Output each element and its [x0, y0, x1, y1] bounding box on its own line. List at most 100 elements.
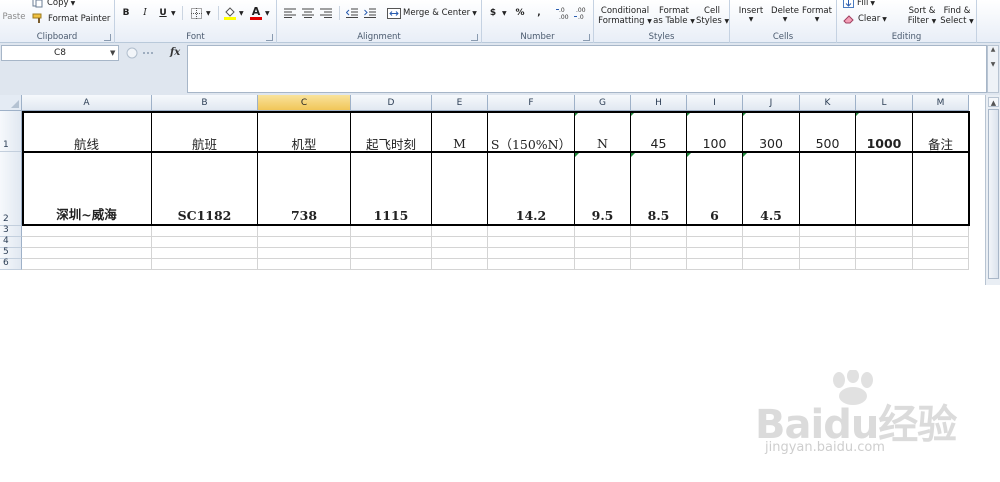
- cell-m1[interactable]: 备注: [913, 111, 969, 152]
- column-header-m[interactable]: M: [913, 95, 969, 111]
- cell-i3[interactable]: [687, 226, 743, 237]
- cell-e6[interactable]: [432, 259, 488, 270]
- cell-d1[interactable]: 起飞时刻: [351, 111, 432, 152]
- alignment-dialog-launcher[interactable]: [471, 34, 478, 41]
- row-header-6[interactable]: 6: [0, 258, 22, 270]
- cell-g6[interactable]: [575, 259, 631, 270]
- cell-f4[interactable]: [488, 237, 575, 248]
- cell-c4[interactable]: [258, 237, 351, 248]
- underline-button[interactable]: U: [157, 7, 169, 19]
- cell-a3[interactable]: [22, 226, 152, 237]
- borders-button[interactable]: [189, 7, 203, 19]
- column-header-b[interactable]: B: [152, 95, 258, 111]
- cell-e1[interactable]: M: [432, 111, 488, 152]
- cell-d5[interactable]: [351, 248, 432, 259]
- cell-g2[interactable]: 9.5: [575, 152, 631, 226]
- cell-m4[interactable]: [913, 237, 969, 248]
- cell-c1[interactable]: 机型: [258, 111, 351, 152]
- cell-c3[interactable]: [258, 226, 351, 237]
- decrease-decimal-button[interactable]: .00.0: [574, 5, 590, 21]
- currency-button[interactable]: $: [488, 7, 498, 19]
- increase-decimal-button[interactable]: .0.00: [556, 5, 572, 21]
- cell-styles-button[interactable]: Cell Styles ▼: [696, 6, 729, 28]
- find-select-button[interactable]: Find & Select ▼: [939, 6, 975, 28]
- cell-i5[interactable]: [687, 248, 743, 259]
- sort-filter-button[interactable]: Sort & Filter ▼: [905, 6, 939, 28]
- insert-button[interactable]: Insert ▼: [734, 6, 768, 28]
- scroll-up-icon[interactable]: ▲: [988, 97, 999, 107]
- cell-g4[interactable]: [575, 237, 631, 248]
- cell-f5[interactable]: [488, 248, 575, 259]
- cell-b6[interactable]: [152, 259, 258, 270]
- cell-b2[interactable]: SC1182: [152, 152, 258, 226]
- cell-b3[interactable]: [152, 226, 258, 237]
- cell-k1[interactable]: 500: [800, 111, 856, 152]
- row-header-2[interactable]: 2: [0, 152, 22, 226]
- cell-l1[interactable]: 1000: [856, 111, 913, 152]
- worksheet-grid[interactable]: A B C D E F G H I J K L M 1 2 3 4 5 6 航线 航班 机型 起飞时刻 M S（150%N） N 4…: [0, 95, 985, 285]
- cell-k4[interactable]: [800, 237, 856, 248]
- cell-h6[interactable]: [631, 259, 687, 270]
- cell-m6[interactable]: [913, 259, 969, 270]
- column-header-f[interactable]: F: [488, 95, 575, 111]
- italic-button[interactable]: I: [139, 7, 151, 19]
- cell-k5[interactable]: [800, 248, 856, 259]
- cell-i4[interactable]: [687, 237, 743, 248]
- currency-dropdown-icon[interactable]: ▼: [502, 10, 507, 17]
- copy-button[interactable]: Copy ▼: [32, 0, 75, 9]
- decrease-indent-button[interactable]: [345, 7, 359, 19]
- cell-b5[interactable]: [152, 248, 258, 259]
- format-painter-button[interactable]: Format Painter: [32, 12, 110, 25]
- formula-input[interactable]: [187, 45, 987, 93]
- column-header-d[interactable]: D: [351, 95, 432, 111]
- scrollbar-thumb[interactable]: [988, 109, 999, 279]
- font-color-dropdown-icon[interactable]: ▼: [265, 10, 270, 17]
- font-dialog-launcher[interactable]: [266, 34, 273, 41]
- cell-a6[interactable]: [22, 259, 152, 270]
- cell-k3[interactable]: [800, 226, 856, 237]
- cell-f6[interactable]: [488, 259, 575, 270]
- align-left-button[interactable]: [283, 7, 297, 19]
- column-header-j[interactable]: J: [743, 95, 800, 111]
- cell-l4[interactable]: [856, 237, 913, 248]
- column-header-i[interactable]: I: [687, 95, 743, 111]
- column-header-c[interactable]: C: [258, 95, 351, 111]
- align-center-button[interactable]: [301, 7, 315, 19]
- cell-e5[interactable]: [432, 248, 488, 259]
- row-header-1[interactable]: 1: [0, 111, 22, 152]
- cell-l3[interactable]: [856, 226, 913, 237]
- cell-d2[interactable]: 1115: [351, 152, 432, 226]
- cell-m5[interactable]: [913, 248, 969, 259]
- delete-button[interactable]: Delete ▼: [768, 6, 802, 28]
- clear-button[interactable]: Clear ▼: [843, 13, 887, 25]
- cell-g3[interactable]: [575, 226, 631, 237]
- fill-button[interactable]: Fill ▼: [843, 0, 875, 9]
- merge-center-button[interactable]: Merge & Center ▼: [387, 6, 477, 20]
- conditional-formatting-button[interactable]: Conditional Formatting ▼: [598, 6, 652, 28]
- name-box-dropdown-icon[interactable]: ▼: [110, 49, 115, 57]
- align-right-button[interactable]: [319, 7, 333, 19]
- bold-button[interactable]: B: [120, 7, 132, 19]
- cell-g5[interactable]: [575, 248, 631, 259]
- format-button[interactable]: Format ▼: [800, 6, 834, 28]
- column-header-l[interactable]: L: [856, 95, 913, 111]
- cell-a5[interactable]: [22, 248, 152, 259]
- cell-b1[interactable]: 航班: [152, 111, 258, 152]
- cell-k6[interactable]: [800, 259, 856, 270]
- column-header-a[interactable]: A: [22, 95, 152, 111]
- increase-indent-button[interactable]: [363, 7, 377, 19]
- cell-h1[interactable]: 45: [631, 111, 687, 152]
- cell-m2[interactable]: [913, 152, 969, 226]
- cell-l6[interactable]: [856, 259, 913, 270]
- format-as-table-button[interactable]: Format as Table ▼: [652, 6, 696, 28]
- cell-d3[interactable]: [351, 226, 432, 237]
- cell-e2[interactable]: [432, 152, 488, 226]
- column-header-g[interactable]: G: [575, 95, 631, 111]
- cell-l2[interactable]: [856, 152, 913, 226]
- cell-j4[interactable]: [743, 237, 800, 248]
- cell-a1[interactable]: 航线: [22, 111, 152, 152]
- column-header-k[interactable]: K: [800, 95, 856, 111]
- borders-dropdown-icon[interactable]: ▼: [206, 10, 211, 17]
- cell-m3[interactable]: [913, 226, 969, 237]
- cell-j3[interactable]: [743, 226, 800, 237]
